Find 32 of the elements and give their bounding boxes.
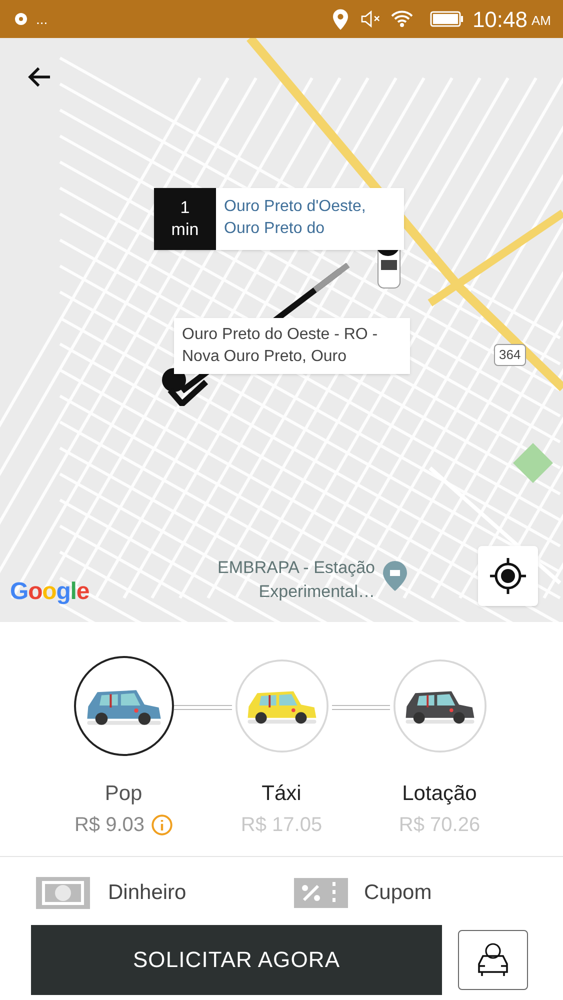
payment-method[interactable]: Dinheiro <box>108 876 294 908</box>
eta-value: 1 <box>180 197 190 219</box>
wifi-icon <box>390 10 414 28</box>
eta-unit: min <box>171 219 199 241</box>
ride-name: Táxi <box>262 781 302 807</box>
request-button[interactable]: SOLICITAR AGORA <box>31 924 442 994</box>
overflow-indicator: ... <box>36 10 48 29</box>
my-location-button[interactable] <box>478 546 538 606</box>
ride-price: R$ 9.03 <box>74 812 145 838</box>
battery-icon <box>430 11 464 27</box>
pickup-label: Ouro Preto d'Oeste, Ouro Preto do <box>223 197 367 239</box>
crosshair-icon <box>488 556 528 596</box>
poi-pin-icon <box>383 561 407 591</box>
destination-pin-icon <box>160 366 208 406</box>
mute-icon <box>360 10 382 28</box>
road-shield: 364 <box>494 344 526 366</box>
clock-time: 10:48 <box>472 6 528 34</box>
coupon-icon <box>294 878 348 908</box>
ride-name: Lotação <box>402 781 477 807</box>
ride-name: Pop <box>104 781 142 807</box>
coupon-link[interactable]: Cupom <box>364 876 432 908</box>
destination-label: Ouro Preto do Oeste - RO - Nova Ouro Preto, Ouro <box>174 318 410 374</box>
park-area <box>513 443 553 483</box>
schedule-button[interactable] <box>458 930 528 990</box>
google-logo: Google <box>10 577 90 607</box>
poi-label: EMBRAPA - Estação Experimental… <box>216 557 375 603</box>
connector-line <box>174 705 232 710</box>
location-icon <box>333 8 348 30</box>
connector-line <box>332 705 390 710</box>
cash-icon <box>36 876 90 908</box>
notification-icon <box>12 11 28 27</box>
clock-ampm: AM <box>532 12 551 30</box>
